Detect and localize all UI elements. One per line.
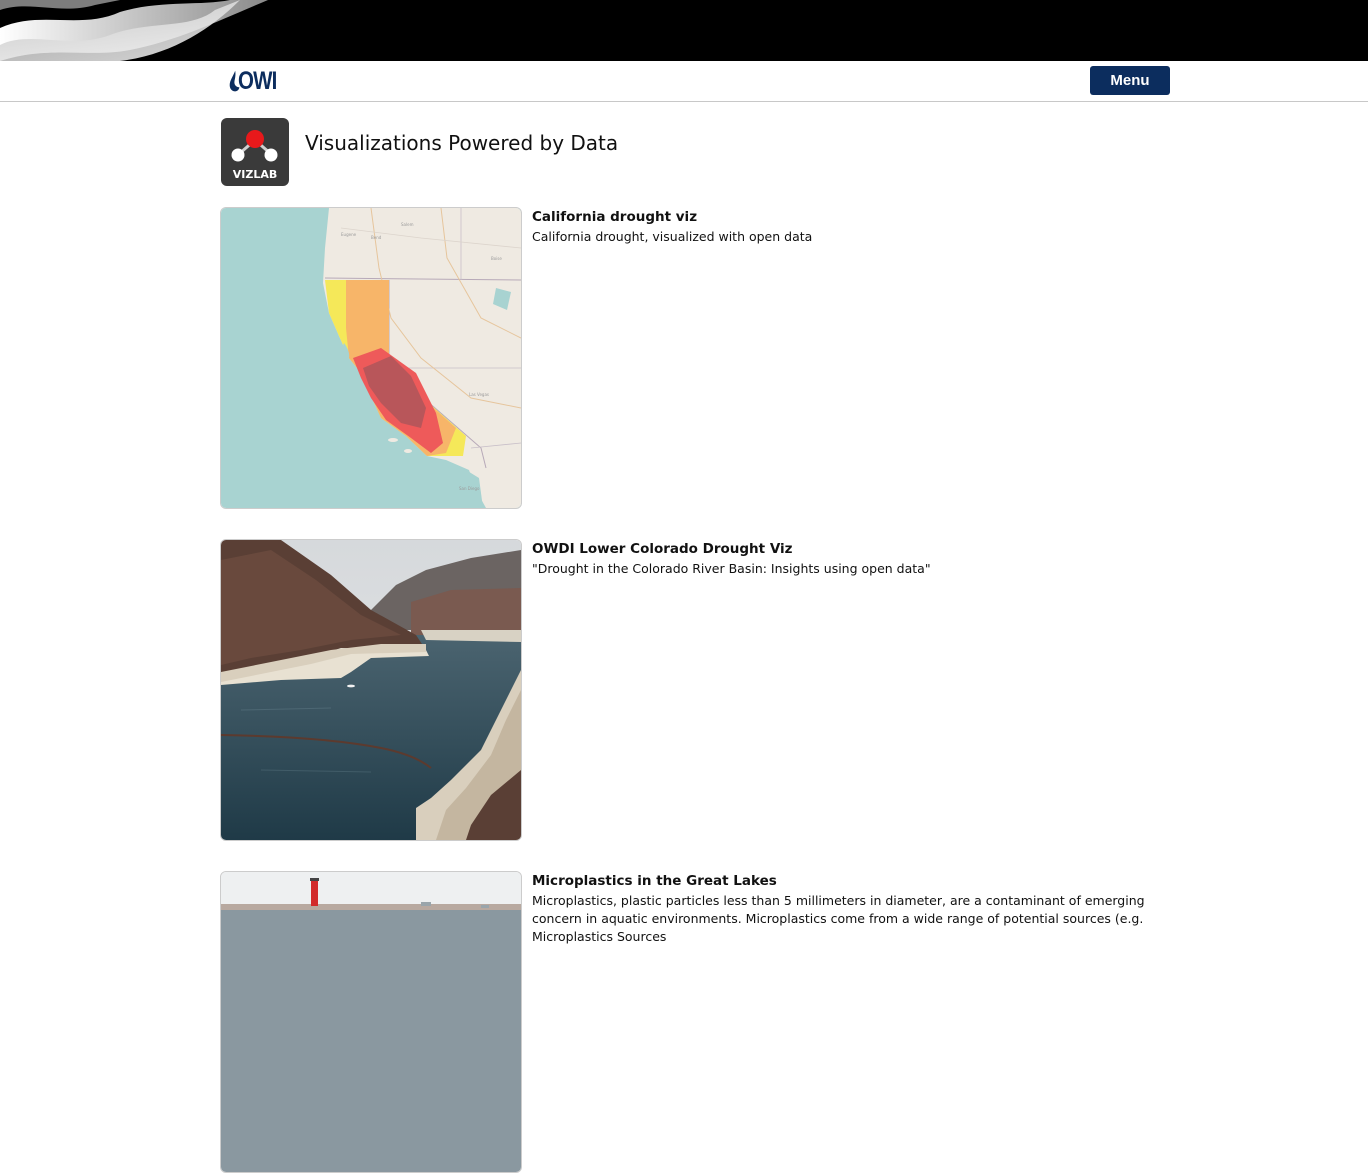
lake-mead-photo	[221, 540, 521, 840]
card-thumbnail[interactable]	[220, 539, 522, 841]
svg-text:Boise: Boise	[491, 256, 502, 261]
svg-text:San Diego: San Diego	[459, 486, 480, 491]
card-title[interactable]: Microplastics in the Great Lakes	[532, 873, 777, 889]
page-title: Visualizations Powered by Data	[305, 131, 619, 155]
top-banner	[0, 0, 1368, 61]
owi-logo[interactable]: OWI	[229, 65, 285, 97]
card-description: "Drought in the Colorado River Basin: In…	[532, 561, 931, 576]
svg-text:Bend: Bend	[371, 235, 382, 240]
card-description: California drought, visualized with open…	[532, 229, 813, 244]
great-lakes-lighthouse-photo	[221, 872, 521, 1172]
svg-text:Salem: Salem	[401, 222, 414, 227]
header-bar: OWI Menu	[0, 61, 1368, 102]
logo-text: OWI	[238, 66, 277, 95]
card-title[interactable]: OWDI Lower Colorado Drought Viz	[532, 541, 793, 557]
menu-button[interactable]: Menu	[1090, 66, 1170, 95]
card-description: Microplastics, plastic particles less th…	[532, 893, 1145, 944]
vizlab-label: VIZLAB	[232, 168, 278, 181]
california-drought-map: Eugene Bend Boise Las Vegas San Diego Sa…	[221, 208, 521, 508]
card-title[interactable]: California drought viz	[532, 209, 697, 225]
svg-text:Las Vegas: Las Vegas	[469, 392, 489, 397]
vizlab-badge: VIZLAB	[221, 118, 289, 186]
card-thumbnail[interactable]: Eugene Bend Boise Las Vegas San Diego Sa…	[220, 207, 522, 509]
card-thumbnail[interactable]	[220, 871, 522, 1173]
svg-text:Eugene: Eugene	[341, 232, 357, 237]
swoosh-graphic	[0, 0, 268, 61]
